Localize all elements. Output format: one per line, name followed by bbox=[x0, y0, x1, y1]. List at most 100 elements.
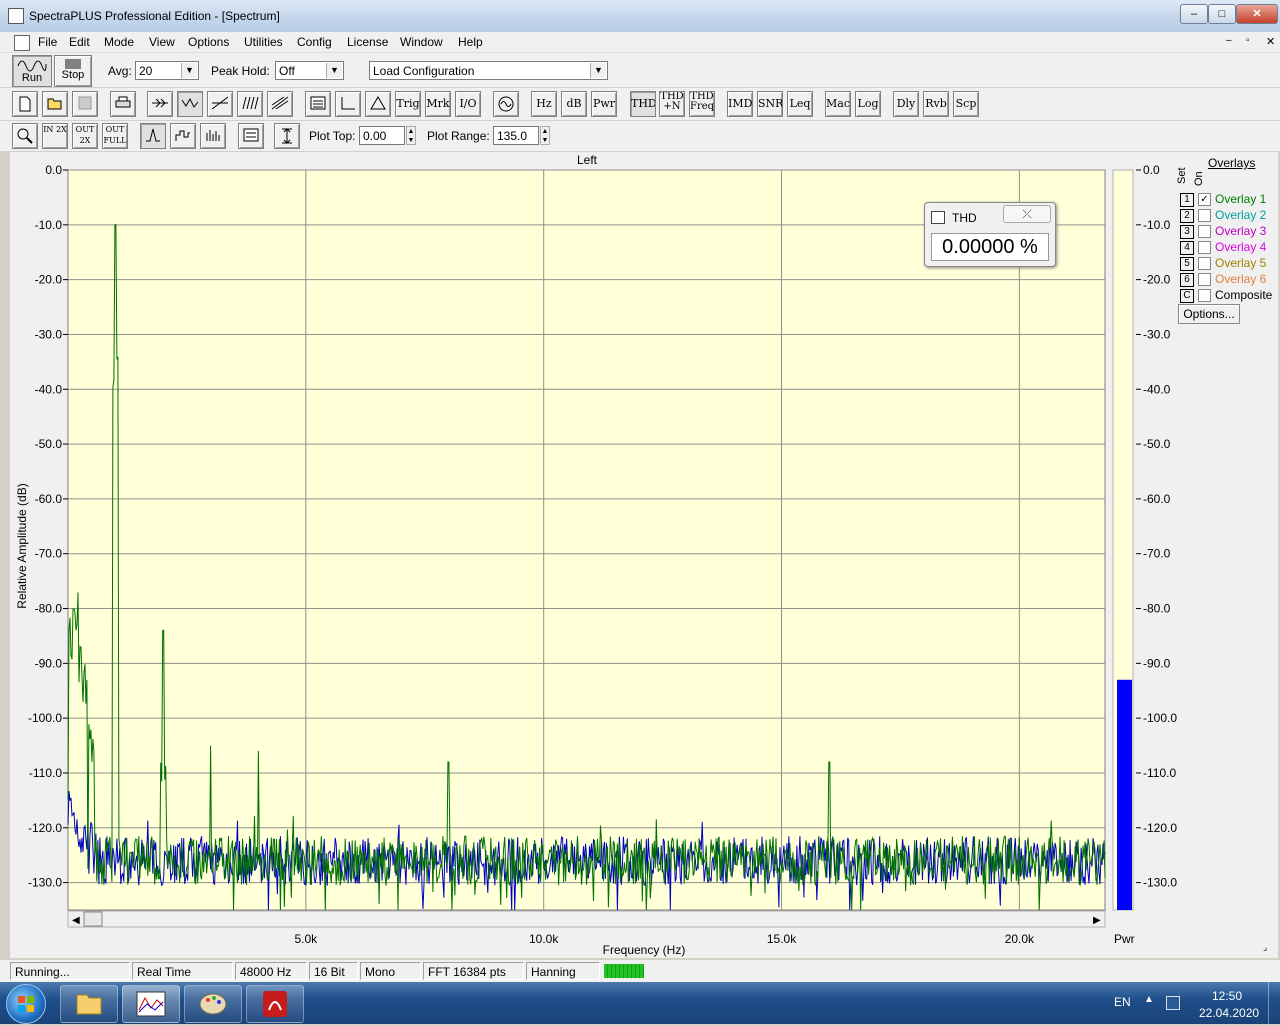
language-indicator[interactable]: EN bbox=[1114, 995, 1131, 1009]
peak-hold-select[interactable]: Off ▼ bbox=[275, 61, 344, 80]
taskbar-explorer[interactable] bbox=[60, 985, 118, 1023]
waterfall-button[interactable] bbox=[237, 91, 263, 117]
clock-date[interactable]: 22.04.2020 bbox=[1199, 1006, 1259, 1020]
thd-button[interactable]: THD bbox=[630, 91, 656, 117]
overlay-checkbox[interactable] bbox=[1198, 257, 1211, 270]
app-icon[interactable] bbox=[8, 8, 24, 24]
marker-button[interactable]: Mrk bbox=[425, 91, 451, 117]
generator-button[interactable] bbox=[365, 91, 391, 117]
taskbar-spectraplus[interactable] bbox=[122, 985, 180, 1023]
menu-license[interactable]: License bbox=[347, 35, 388, 49]
scroll-left-icon[interactable]: ◀ bbox=[72, 915, 80, 926]
close-button[interactable]: ✕ bbox=[1236, 4, 1278, 24]
plot-range-input[interactable]: 135.0 bbox=[493, 126, 539, 145]
signal-generator-button[interactable] bbox=[493, 91, 519, 117]
snr-button[interactable]: SNR bbox=[757, 91, 783, 117]
open-file-button[interactable] bbox=[42, 91, 68, 117]
spectrum-chart[interactable]: Left Relative Amplitude (dB) Frequency (… bbox=[10, 152, 1180, 958]
show-desktop-button[interactable] bbox=[1268, 982, 1280, 1024]
overlay-checkbox[interactable] bbox=[1198, 289, 1211, 302]
mdi-minimize-button[interactable]: – bbox=[1226, 35, 1232, 46]
thd-freq-button[interactable]: THD Freq bbox=[689, 91, 715, 117]
menu-edit[interactable]: Edit bbox=[69, 35, 90, 49]
spectrogram-button[interactable] bbox=[267, 91, 293, 117]
menu-config[interactable]: Config bbox=[297, 35, 332, 49]
new-file-button[interactable] bbox=[12, 91, 38, 117]
horizontal-scrollbar[interactable] bbox=[67, 910, 1106, 928]
menu-help[interactable]: Help bbox=[458, 35, 483, 49]
power-button[interactable]: Pwr bbox=[591, 91, 617, 117]
log-button[interactable]: Log bbox=[855, 91, 881, 117]
overlay-set-button[interactable]: 5 bbox=[1180, 257, 1194, 271]
overlay-checkbox[interactable]: ✓ bbox=[1198, 193, 1211, 206]
db-button[interactable]: dB bbox=[561, 91, 587, 117]
delay-button[interactable]: Dly bbox=[893, 91, 919, 117]
thd-n-button[interactable]: THD +N bbox=[659, 91, 685, 117]
menu-mode[interactable]: Mode bbox=[104, 35, 134, 49]
menu-utilities[interactable]: Utilities bbox=[244, 35, 283, 49]
zoom-out-full-button[interactable]: OUT FULL bbox=[102, 123, 128, 149]
title-bar[interactable]: SpectraPLUS Professional Edition - [Spec… bbox=[0, 0, 1280, 33]
document-icon[interactable] bbox=[14, 35, 30, 51]
overlay-checkbox[interactable] bbox=[1198, 225, 1211, 238]
spectrum-view-button[interactable] bbox=[177, 91, 203, 117]
tray-expand-icon[interactable]: ▲ bbox=[1144, 994, 1154, 1005]
trigger-button[interactable]: Trig bbox=[395, 91, 421, 117]
overlay-set-button[interactable]: 2 bbox=[1180, 209, 1194, 223]
taskbar-paint[interactable] bbox=[184, 985, 242, 1023]
taskbar-pdf-reader[interactable] bbox=[246, 985, 304, 1023]
overlay-set-button[interactable]: 3 bbox=[1180, 225, 1194, 239]
stop-button[interactable]: Stop bbox=[54, 55, 92, 87]
maximize-button[interactable]: □ bbox=[1208, 4, 1236, 24]
time-series-button[interactable] bbox=[207, 91, 233, 117]
save-button[interactable] bbox=[72, 91, 98, 117]
plot-properties-button[interactable] bbox=[238, 123, 264, 149]
zoom-out-2x-button[interactable]: OUT 2X bbox=[72, 123, 98, 149]
clock-time[interactable]: 12:50 bbox=[1212, 989, 1242, 1003]
menu-view[interactable]: View bbox=[149, 35, 175, 49]
imd-button[interactable]: IMD bbox=[727, 91, 753, 117]
overlay-set-button[interactable]: C bbox=[1180, 289, 1194, 303]
plot-top-input[interactable]: 0.00 bbox=[359, 126, 405, 145]
avg-select[interactable]: 20 ▼ bbox=[135, 61, 199, 80]
scale-button[interactable] bbox=[274, 123, 300, 149]
zoom-button[interactable] bbox=[12, 123, 38, 149]
axis-button[interactable] bbox=[335, 91, 361, 117]
settings-button[interactable] bbox=[305, 91, 331, 117]
line-plot-button[interactable] bbox=[140, 123, 166, 149]
reverb-button[interactable]: Rvb bbox=[923, 91, 949, 117]
overlay-checkbox[interactable] bbox=[1198, 273, 1211, 286]
start-button[interactable] bbox=[6, 984, 46, 1024]
plot-top-spinner[interactable]: ▲ ▼ bbox=[406, 126, 416, 145]
zoom-in-2x-button[interactable]: IN 2X bbox=[42, 123, 68, 149]
mdi-close-button[interactable]: ✕ bbox=[1266, 35, 1275, 48]
minimize-button[interactable]: – bbox=[1180, 4, 1208, 24]
leq-button[interactable]: Leq bbox=[787, 91, 813, 117]
scroll-right-icon[interactable]: ▶ bbox=[1093, 915, 1101, 926]
plot-background[interactable] bbox=[67, 169, 1106, 911]
bar-plot-button[interactable] bbox=[200, 123, 226, 149]
plot-range-spinner[interactable]: ▲ ▼ bbox=[540, 126, 550, 145]
io-button[interactable]: I/O bbox=[455, 91, 481, 117]
thd-readout-window[interactable]: THD ⤫ 0.00000 % bbox=[924, 202, 1056, 267]
network-icon[interactable] bbox=[1166, 996, 1180, 1010]
recorder-mode-button[interactable] bbox=[147, 91, 173, 117]
overlay-set-button[interactable]: 6 bbox=[1180, 273, 1194, 287]
print-button[interactable] bbox=[110, 91, 136, 117]
menu-options[interactable]: Options bbox=[188, 35, 229, 49]
config-select[interactable]: Load Configuration ▼ bbox=[369, 61, 608, 80]
scrollbar-thumb[interactable] bbox=[83, 911, 103, 927]
overlay-set-button[interactable]: 1 bbox=[1180, 193, 1194, 207]
overlay-options-button[interactable]: Options... bbox=[1178, 304, 1240, 324]
menu-file[interactable]: File bbox=[38, 35, 57, 49]
octave-plot-button[interactable] bbox=[170, 123, 196, 149]
overlay-checkbox[interactable] bbox=[1198, 241, 1211, 254]
overlay-set-button[interactable]: 4 bbox=[1180, 241, 1194, 255]
run-button[interactable]: Run bbox=[12, 55, 52, 87]
scope-button[interactable]: Scp bbox=[953, 91, 979, 117]
resize-grip-icon[interactable]: ⌟ bbox=[1263, 942, 1275, 954]
macro-button[interactable]: Mac bbox=[825, 91, 851, 117]
close-icon[interactable]: ⤫ bbox=[1003, 205, 1051, 223]
mdi-restore-button[interactable]: ▫ bbox=[1246, 35, 1250, 46]
menu-window[interactable]: Window bbox=[400, 35, 443, 49]
